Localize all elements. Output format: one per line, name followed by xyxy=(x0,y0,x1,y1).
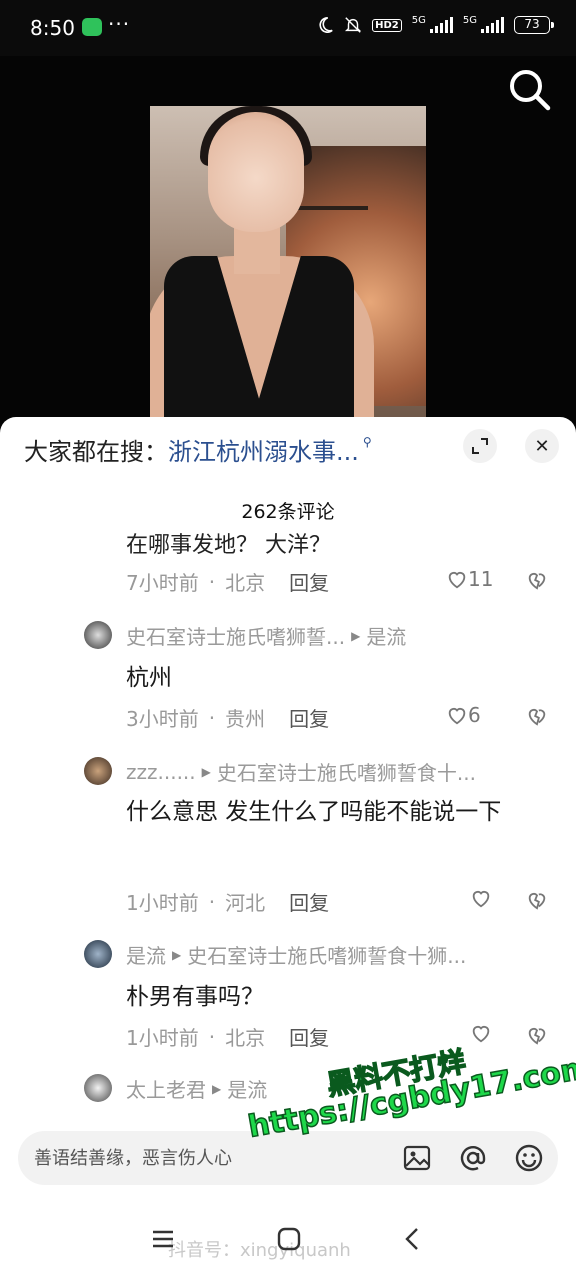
avatar[interactable] xyxy=(84,940,112,968)
expand-button[interactable] xyxy=(463,429,497,463)
comment-authors: 史石室诗士施氏嗜狮誓... ▶ 是流 xyxy=(126,621,406,650)
dislike-icon[interactable] xyxy=(526,705,548,727)
moon-icon xyxy=(319,16,333,33)
comment-text: 什么意思 发生什么了吗能不能说一下 xyxy=(126,799,502,825)
author-name[interactable]: 太上老君 xyxy=(126,1074,206,1103)
hot-search-term[interactable]: 浙江杭州溺水事... xyxy=(168,432,359,467)
like-count: 11 xyxy=(468,567,494,591)
author-name[interactable]: 史石室诗士施氏嗜狮誓... xyxy=(126,621,345,650)
comment-meta: 7小时前 · 北京 回复 xyxy=(126,567,329,596)
comment-text: 杭州 xyxy=(126,665,172,691)
hd-voice-badge: HD2 xyxy=(372,18,402,32)
like-button[interactable]: 11 xyxy=(446,567,493,591)
network-type-1: 5G xyxy=(411,15,426,26)
comment-text: 在哪事发地？ 大洋？ xyxy=(126,533,331,558)
comment-input[interactable] xyxy=(34,1131,384,1185)
video-player[interactable] xyxy=(0,56,576,474)
like-count: 6 xyxy=(468,703,481,727)
status-bar: 8:50 ··· HD2 5G 5G 73 xyxy=(0,0,576,56)
like-button[interactable] xyxy=(470,887,492,909)
hot-search-bar[interactable]: 大家都在搜： 浙江杭州溺水事... ⚲ xyxy=(24,431,372,467)
comment-text: 朴男有事吗？ xyxy=(126,984,264,1010)
comment-count: 262条评论 xyxy=(0,497,576,524)
menu-icon[interactable] xyxy=(150,1226,176,1252)
close-button[interactable]: ✕ xyxy=(525,429,559,463)
reply-to-name[interactable]: 史石室诗士施氏嗜狮誓食十... xyxy=(217,757,476,786)
search-small-icon: ⚲ xyxy=(362,435,372,449)
network-type-2: 5G xyxy=(462,15,477,26)
comment-authors: 是流 ▶ 史石室诗士施氏嗜狮誓食十狮... xyxy=(126,940,466,969)
heart-icon xyxy=(472,1026,490,1043)
signal-icon-2 xyxy=(481,17,504,33)
comment-authors: zzz...... ▶ 史石室诗士施氏嗜狮誓食十... xyxy=(126,757,476,786)
search-icon[interactable] xyxy=(504,64,556,116)
reply-to-name[interactable]: 是流 xyxy=(227,1074,267,1103)
reply-button[interactable]: 回复 xyxy=(289,1022,329,1051)
avatar[interactable] xyxy=(84,621,112,649)
back-icon[interactable] xyxy=(400,1226,426,1252)
hot-search-label: 大家都在搜： xyxy=(24,437,168,466)
comment-authors: 太上老君 ▶ 是流 xyxy=(126,1074,267,1103)
like-button[interactable] xyxy=(470,1022,492,1044)
expand-icon xyxy=(472,438,488,454)
status-time: 8:50 xyxy=(30,16,75,40)
douyin-id-credit: 抖音号：xingyiquanh xyxy=(168,1240,351,1261)
comment-meta: 1小时前 · 河北 回复 xyxy=(126,887,329,916)
like-button[interactable]: 6 xyxy=(446,703,481,727)
wechat-notification-icon xyxy=(82,18,102,36)
close-icon: ✕ xyxy=(534,435,550,457)
comment-meta: 3小时前 · 贵州 回复 xyxy=(126,703,329,732)
reply-to-name[interactable]: 史石室诗士施氏嗜狮誓食十狮... xyxy=(187,940,466,969)
avatar[interactable] xyxy=(84,757,112,785)
comment-input-bar xyxy=(18,1131,558,1185)
author-name[interactable]: 是流 xyxy=(126,940,166,969)
avatar[interactable] xyxy=(84,1074,112,1102)
signal-icon-1 xyxy=(429,17,453,33)
mute-bell-icon xyxy=(345,17,362,33)
reply-to-name[interactable]: 是流 xyxy=(366,621,406,650)
reply-button[interactable]: 回复 xyxy=(289,567,329,596)
emoji-icon[interactable] xyxy=(514,1143,544,1173)
dislike-icon[interactable] xyxy=(526,569,548,591)
dislike-icon[interactable] xyxy=(526,1024,548,1046)
mention-icon[interactable] xyxy=(458,1143,488,1173)
heart-icon xyxy=(448,708,466,725)
more-notifications-icon: ··· xyxy=(108,12,131,36)
reply-button[interactable]: 回复 xyxy=(289,887,329,916)
battery-icon: 73 xyxy=(514,16,554,34)
comment-list[interactable]: 在哪事发地？ 大洋？ 7小时前 · 北京 回复 11 史石室诗士施氏嗜狮誓... ▶ 是… xyxy=(0,517,576,1117)
reply-button[interactable]: 回复 xyxy=(289,703,329,732)
image-icon[interactable] xyxy=(402,1143,432,1173)
author-name[interactable]: zzz...... xyxy=(126,760,196,784)
home-icon[interactable] xyxy=(276,1226,302,1252)
heart-icon xyxy=(448,572,466,589)
heart-icon xyxy=(472,891,490,908)
system-nav-bar: 抖音号：xingyiquanh xyxy=(0,1200,576,1280)
dislike-icon[interactable] xyxy=(526,889,548,911)
comment-meta: 1小时前 · 北京 回复 xyxy=(126,1022,329,1051)
